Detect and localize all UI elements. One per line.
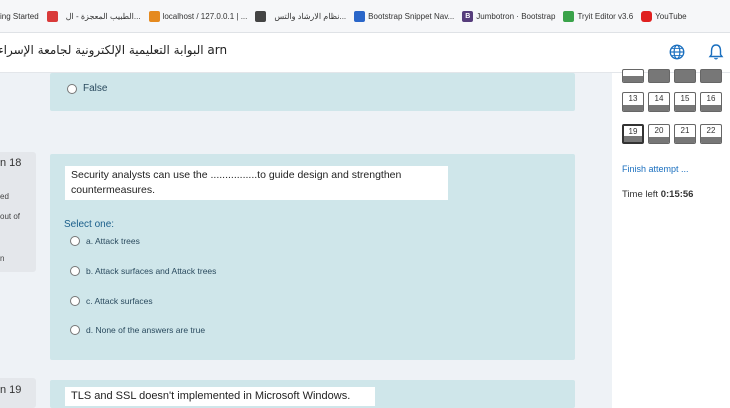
site-header: البوابة التعليمية الإلكترونية لجامعة الإ… — [0, 33, 730, 73]
bookmark-bootstrap-snippet[interactable]: Bootstrap Snippet Nav... — [354, 10, 455, 22]
site-title[interactable]: البوابة التعليمية الإلكترونية لجامعة الإ… — [0, 43, 227, 57]
bookmark-dark-icon — [255, 10, 267, 22]
question-text-line: countermeasures. — [71, 184, 156, 196]
option-label: d. None of the answers are true — [86, 325, 206, 335]
bookmark-label: YouTube — [655, 11, 687, 21]
radio-button[interactable] — [70, 296, 80, 306]
time-left: Time left 0:15:56 — [622, 189, 693, 200]
bookmark-red[interactable] — [46, 10, 58, 22]
quiz-nav-button-16[interactable]: 16 — [700, 92, 722, 112]
answered-bar — [649, 105, 669, 111]
quiz-nav-button-15[interactable]: 15 — [674, 92, 696, 112]
bookmarks-bar: ing Started الطبيب المعجزة - ال... local… — [0, 0, 730, 33]
question-19-panel: TLS and SSL doesn't implemented in Micro… — [50, 380, 575, 408]
bell-icon[interactable] — [708, 43, 724, 61]
quiz-nav-number: 19 — [628, 127, 638, 136]
bookmark-youtube[interactable]: YouTube — [641, 10, 687, 22]
quiz-nav-button-19[interactable]: 19 — [622, 124, 644, 144]
option-label: b. Attack surfaces and Attack trees — [86, 266, 217, 276]
radio-button[interactable] — [67, 83, 77, 94]
question-number: n 19 — [0, 384, 22, 396]
bookmark-label: localhost / 127.0.0.1 | ... — [162, 11, 248, 21]
quiz-nav-button-14[interactable]: 14 — [648, 92, 670, 112]
quiz-nav-number: 16 — [706, 94, 716, 103]
option-label: False — [83, 83, 108, 94]
radio-button[interactable] — [70, 266, 80, 276]
option-a[interactable]: a. Attack trees — [70, 236, 140, 246]
quiz-nav-button[interactable] — [700, 69, 722, 83]
question-17-panel: False — [50, 73, 575, 111]
option-b[interactable]: b. Attack surfaces and Attack trees — [70, 266, 216, 276]
quiz-nav-number: 20 — [654, 126, 664, 135]
bookmark-red-icon — [46, 10, 58, 22]
quiz-nav-number: 21 — [680, 126, 690, 135]
finish-attempt-link[interactable]: Finish attempt ... — [622, 164, 689, 174]
quiz-nav-number: 15 — [680, 94, 690, 103]
bookmark-guidance-system[interactable]: نظام الارشاد والتس... — [274, 12, 346, 21]
question-status: ed — [0, 192, 9, 201]
bookmark-label: Bootstrap Snippet Nav... — [368, 11, 455, 21]
bookmark-getting-started[interactable]: ing Started — [0, 12, 39, 21]
radio-button[interactable] — [70, 325, 80, 335]
select-one-prompt: Select one: — [64, 219, 115, 230]
phpmyadmin-icon — [148, 10, 160, 22]
question-mark: out of — [0, 212, 21, 221]
question-18-info: n 18 ed out of n — [0, 152, 36, 272]
quiz-nav-button-21[interactable]: 21 — [674, 124, 696, 144]
globe-icon[interactable] — [668, 43, 686, 61]
option-c[interactable]: c. Attack surfaces — [70, 296, 153, 306]
bookmark-miracle-doctor[interactable]: الطبيب المعجزة - ال... — [66, 12, 141, 21]
flag-question[interactable]: n — [0, 254, 4, 263]
question-text-line: Security analysts can use the ..........… — [71, 169, 402, 181]
tryit-icon — [563, 10, 575, 22]
answered-bar — [701, 137, 721, 143]
bookmark-label: نظام الارشاد والتس... — [274, 11, 347, 21]
quiz-nav-button-20[interactable]: 20 — [648, 124, 670, 144]
bootstrap-icon: B — [462, 10, 474, 22]
answered-bar — [623, 76, 643, 82]
quiz-nav-button[interactable] — [648, 69, 670, 83]
bookmark-label: Tryit Editor v3.6 — [577, 11, 634, 21]
bookmark-localhost[interactable]: localhost / 127.0.0.1 | ... — [148, 10, 248, 22]
radio-button[interactable] — [70, 236, 80, 246]
bookmark-label: الطبيب المعجزة - ال... — [65, 11, 141, 21]
option-label: a. Attack trees — [86, 236, 140, 246]
answered-bar — [675, 137, 695, 143]
question-18-panel: Security analysts can use the ..........… — [50, 154, 575, 360]
option-d[interactable]: d. None of the answers are true — [70, 325, 205, 335]
option-false[interactable]: False — [67, 83, 107, 94]
quiz-nav-number: 22 — [706, 126, 716, 135]
quiz-nav-number: 14 — [654, 94, 664, 103]
question-19-info: n 19 — [0, 378, 36, 408]
bookmark-tryit[interactable]: Tryit Editor v3.6 — [563, 10, 634, 22]
option-label: c. Attack surfaces — [86, 296, 153, 306]
bookmark-jumbotron[interactable]: B Jumbotron · Bootstrap — [462, 10, 556, 22]
quiz-nav-button-22[interactable]: 22 — [700, 124, 722, 144]
answered-bar — [675, 105, 695, 111]
quiz-nav-button-13[interactable]: 13 — [622, 92, 644, 112]
youtube-icon — [641, 10, 653, 22]
quiz-nav-number: 13 — [628, 94, 638, 103]
bootstrap-snippet-icon — [354, 10, 366, 22]
answered-bar — [624, 136, 642, 142]
quiz-nav-button[interactable] — [622, 69, 644, 83]
bookmark-dark[interactable] — [255, 10, 267, 22]
question-text: TLS and SSL doesn't implemented in Micro… — [65, 387, 375, 406]
time-left-label: Time left — [622, 189, 659, 200]
time-left-value: 0:15:56 — [660, 189, 694, 200]
bookmark-label: ing Started — [0, 11, 39, 21]
question-number: n 18 — [0, 157, 22, 169]
bookmark-label: Jumbotron · Bootstrap — [476, 11, 556, 21]
answered-bar — [623, 105, 643, 111]
answered-bar — [701, 105, 721, 111]
quiz-nav-button[interactable] — [674, 69, 696, 83]
answered-bar — [649, 137, 669, 143]
question-text: Security analysts can use the ..........… — [65, 166, 448, 200]
quiz-navigation: 13 14 15 16 19 20 21 22 Finish attempt .… — [612, 69, 730, 408]
